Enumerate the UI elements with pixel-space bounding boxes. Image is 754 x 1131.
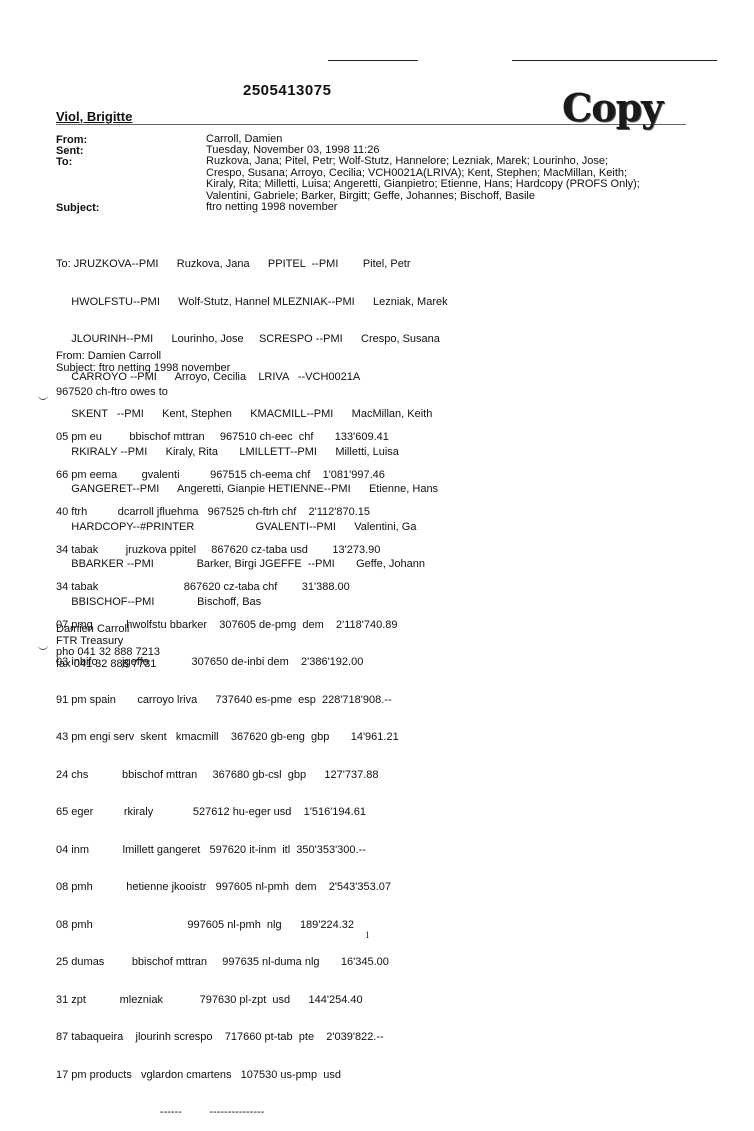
signature-fax: fax 041 32 888 7731 — [56, 657, 157, 670]
page-number: 1 — [365, 930, 370, 940]
list-item: JLOURINH--PMI Lourinho, Jose SCRESPO --P… — [56, 333, 440, 345]
netting-table: 05 pm eu bbischof mttran 967510 ch-eec c… — [56, 406, 399, 1131]
table-row: 40 ftrh dcarroll jfluehma 967525 ch-ftrh… — [56, 506, 371, 518]
list-item: To: JRUZKOVA--PMI Ruzkova, Jana PPITEL -… — [56, 258, 411, 270]
table-row: 05 pm eu bbischof mttran 967510 ch-eec c… — [56, 431, 389, 443]
subject-line: Subject: ftro netting 1998 november — [56, 362, 231, 374]
table-row: 25 dumas bbischof mttran 997635 nl-duma … — [56, 956, 389, 968]
table-row: 17 pm products vglardon cmartens 107530 … — [56, 1068, 341, 1081]
signature-phone: pho 041 32 888 7213 — [56, 646, 160, 658]
table-row: ------ --------------- — [56, 1106, 265, 1118]
table-row: 87 tabaqueira jlourinh screspo 717660 pt… — [56, 1031, 384, 1043]
from-line: From: Damien Carroll — [56, 350, 162, 362]
table-row: 65 eger rkiraly 527612 hu-eger usd 1'516… — [56, 806, 366, 818]
table-row: 04 inm lmillett gangeret 597620 it-inm i… — [56, 843, 366, 856]
to-label: To: — [56, 156, 73, 168]
subject-label: Subject: — [56, 202, 100, 214]
table-row: 08 pmh 997605 nl-pmh nlg 189'224.32 — [56, 918, 355, 931]
table-row: 34 tabak 867620 cz-taba chf 31'388.00 — [56, 581, 350, 593]
signature-block: Damien Carroll FTR Treasury pho 041 32 8… — [56, 623, 160, 670]
table-row: 34 tabak jruzkova ppitel 867620 cz-taba … — [56, 543, 381, 556]
top-rule-2 — [512, 60, 717, 61]
subject-value: ftro netting 1998 november — [206, 201, 338, 213]
owes-line: 967520 ch-ftro owes to — [56, 386, 168, 398]
to-value: Ruzkova, Jana; Pitel, Petr; Wolf-Stutz, … — [206, 155, 706, 202]
to-value-line: Ruzkova, Jana; Pitel, Petr; Wolf-Stutz, … — [206, 155, 609, 167]
from-block: From: Damien Carroll Subject: ftro netti… — [56, 350, 230, 374]
margin-mark — [38, 644, 48, 650]
list-item: HWOLFSTU--PMI Wolf-Stutz, Hannel MLEZNIA… — [56, 295, 448, 308]
table-row: 24 chs bbischof mttran 367680 gb-csl gbp… — [56, 768, 379, 781]
margin-mark — [38, 394, 48, 400]
table-row: 66 pm eema gvalenti 967515 ch-eema chf 1… — [56, 468, 385, 481]
document-number: 2505413075 — [243, 82, 332, 99]
to-value-line: Kiraly, Rita; Milletti, Luisa; Angeretti… — [206, 178, 640, 190]
table-row: 43 pm engi serv skent kmacmill 367620 gb… — [56, 731, 399, 743]
author-name: Viol, Brigitte — [56, 109, 133, 124]
top-rule-1 — [328, 60, 418, 61]
table-row: 91 pm spain carroyo lriva 737640 es-pme … — [56, 693, 392, 706]
copy-stamp: Copy — [562, 85, 663, 130]
signature-name: Damien Carroll — [56, 623, 130, 635]
table-row: 08 pmh hetienne jkooistr 997605 nl-pmh d… — [56, 881, 392, 893]
